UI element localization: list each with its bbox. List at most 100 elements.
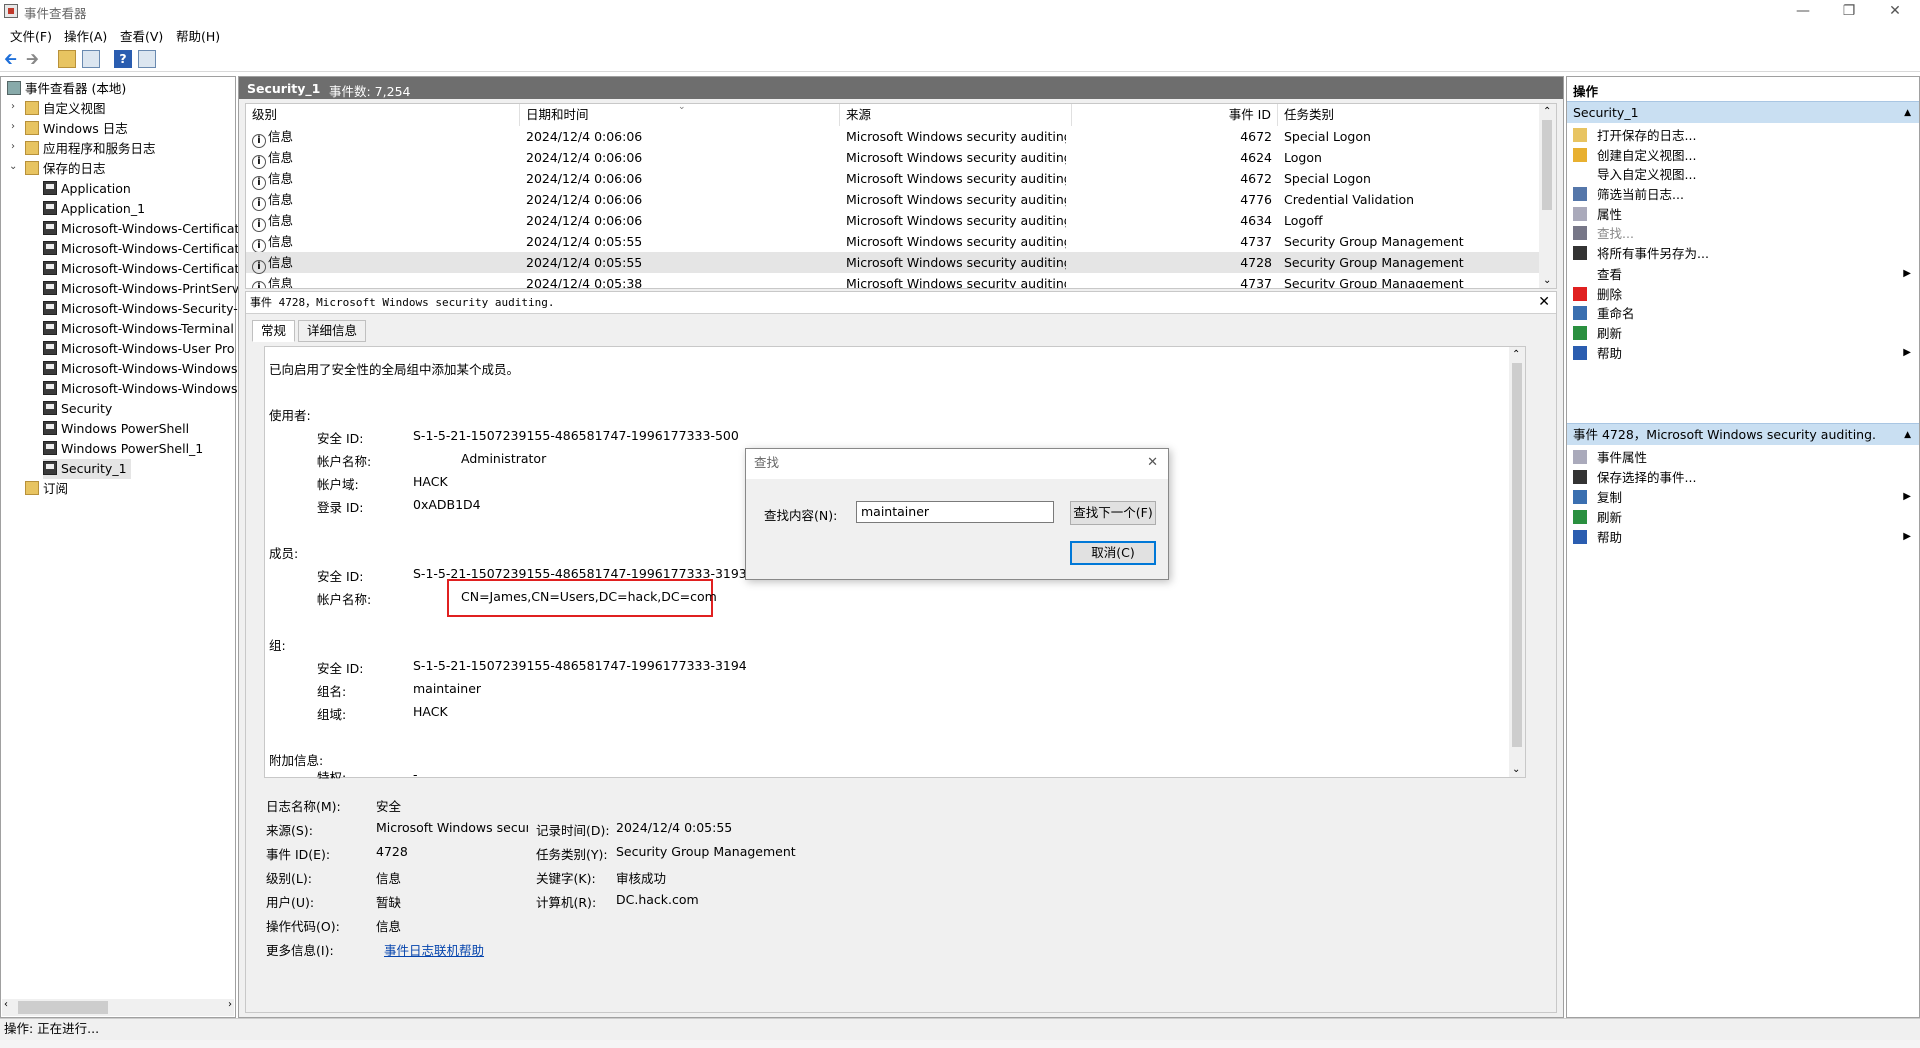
col-event-id[interactable]: 事件 ID <box>1072 104 1278 126</box>
actions-section-event[interactable]: 事件 4728，Microsoft Windows security audit… <box>1567 423 1919 445</box>
event-list-scrollbar[interactable]: ⌃ ⌄ <box>1539 104 1556 288</box>
event-row[interactable]: i 信息 2024/12/4 0:05:55 Microsoft Windows se… <box>246 252 1540 274</box>
event-row[interactable]: i 信息 2024/12/4 0:06:06 Microsoft Windows se… <box>246 210 1540 232</box>
tree-saved-log-item[interactable]: Microsoft-Windows-Security- <box>43 299 238 319</box>
action-item[interactable]: 帮助 <box>1573 527 1622 549</box>
close-dialog-icon[interactable]: ✕ <box>1147 455 1158 470</box>
prop-computer: DC.hack.com <box>616 892 699 907</box>
help-icon[interactable]: ? <box>114 50 132 68</box>
cancel-button[interactable]: 取消(C) <box>1070 541 1156 565</box>
sort-down-icon: ⌄ <box>678 103 686 112</box>
event-row[interactable]: i 信息 2024/12/4 0:06:06 Microsoft Windows se… <box>246 147 1540 169</box>
tree-saved-log-item[interactable]: Microsoft-Windows-Certificat <box>43 259 239 279</box>
scroll-left-icon[interactable]: ‹ <box>4 999 8 1010</box>
tree-root[interactable]: 事件查看器 (本地) <box>7 79 126 99</box>
event-row[interactable]: i 信息 2024/12/4 0:06:06 Microsoft Windows se… <box>246 168 1540 190</box>
action-item[interactable]: 导入自定义视图... <box>1573 164 1696 186</box>
console-tree-icon[interactable] <box>82 50 100 68</box>
prop-event-id: 4728 <box>376 844 408 859</box>
scroll-up-icon[interactable]: ⌃ <box>1512 349 1520 360</box>
action-item[interactable]: 打开保存的日志... <box>1573 125 1696 147</box>
close-icon[interactable]: ✕ <box>1872 0 1918 22</box>
minimize-icon[interactable]: — <box>1780 0 1826 22</box>
expand-arrow-icon[interactable]: › <box>11 141 15 152</box>
action-item[interactable]: 保存选择的事件... <box>1573 467 1696 489</box>
tree-app-service-logs[interactable]: 应用程序和服务日志 <box>25 139 156 159</box>
col-task[interactable]: 任务类别 <box>1278 104 1540 126</box>
forward-arrow-icon[interactable]: 🡲 <box>26 50 44 68</box>
action-item[interactable]: 重命名 <box>1573 303 1635 325</box>
tree-saved-log-item[interactable]: Microsoft-Windows-Windows <box>43 379 238 399</box>
scroll-up-icon[interactable]: ⌃ <box>1543 106 1551 117</box>
action-item[interactable]: 查看 <box>1573 264 1622 286</box>
menu-view[interactable]: 查看(V) <box>120 26 163 45</box>
submenu-arrow-icon: ▶ <box>1903 491 1911 502</box>
action-item[interactable]: 刷新 <box>1573 507 1622 529</box>
restore-icon[interactable]: ❐ <box>1826 0 1872 22</box>
event-row[interactable]: i 信息 2024/12/4 0:05:55 Microsoft Windows se… <box>246 231 1540 253</box>
tree-saved-log-item[interactable]: Application_1 <box>43 199 145 219</box>
scroll-thumb[interactable] <box>1512 363 1522 747</box>
event-row[interactable]: i 信息 2024/12/4 0:06:06 Microsoft Windows se… <box>246 126 1540 148</box>
expand-arrow-icon[interactable]: › <box>11 101 15 112</box>
message-scrollbar[interactable]: ⌃ ⌄ <box>1509 347 1525 777</box>
back-arrow-icon[interactable]: 🡰 <box>4 50 22 68</box>
col-level[interactable]: 级别 <box>246 104 520 126</box>
action-item[interactable]: 将所有事件另存为... <box>1573 243 1709 265</box>
tree-saved-logs[interactable]: 保存的日志 <box>25 159 106 179</box>
tree-windows-logs[interactable]: Windows 日志 <box>25 119 128 139</box>
tree-saved-log-item[interactable]: Windows PowerShell <box>43 419 189 439</box>
event-row[interactable]: i 信息 2024/12/4 0:05:38 Microsoft Windows se… <box>246 273 1540 288</box>
action-item[interactable]: 查找... <box>1573 223 1634 245</box>
tree-saved-log-item[interactable]: Microsoft-Windows-Windows <box>43 359 238 379</box>
tree-horizontal-scrollbar[interactable]: ‹ › <box>2 999 234 1016</box>
tab-general[interactable]: 常规 <box>252 320 296 342</box>
collapse-icon[interactable]: ▲ <box>1904 424 1911 446</box>
prop-label: 记录时间(D): <box>536 823 610 838</box>
action-item[interactable]: 刷新 <box>1573 323 1622 345</box>
tree-saved-log-item[interactable]: Application <box>43 179 131 199</box>
close-detail-icon[interactable]: ✕ <box>1538 294 1550 310</box>
col-source[interactable]: 来源 <box>840 104 1072 126</box>
event-count: 事件数: 7,254 <box>329 84 411 99</box>
scroll-down-icon[interactable]: ⌄ <box>1512 764 1520 775</box>
folder-up-icon[interactable] <box>58 50 76 68</box>
collapse-icon[interactable]: ▲ <box>1904 102 1911 124</box>
tree-saved-log-item[interactable]: Microsoft-Windows-PrintServ <box>43 279 239 299</box>
action-label: 将所有事件另存为... <box>1597 246 1709 261</box>
tree-saved-log-item[interactable]: Windows PowerShell_1 <box>43 439 203 459</box>
expand-arrow-icon[interactable]: › <box>11 121 15 132</box>
scroll-thumb[interactable] <box>1542 120 1552 210</box>
tree-saved-log-item[interactable]: Microsoft-Windows-Terminal <box>43 319 234 339</box>
scroll-thumb[interactable] <box>18 1001 108 1014</box>
action-item[interactable]: 复制 <box>1573 487 1622 509</box>
tree-saved-log-item[interactable]: Security_1 <box>43 459 131 479</box>
action-label: 导入自定义视图... <box>1597 167 1697 182</box>
tree-subscriptions[interactable]: 订阅 <box>25 479 68 499</box>
action-pane-icon[interactable] <box>138 50 156 68</box>
collapse-arrow-icon[interactable]: ⌄ <box>9 161 17 172</box>
find-input[interactable]: maintainer <box>856 501 1054 523</box>
menu-help[interactable]: 帮助(H) <box>176 26 220 45</box>
cell-source: Microsoft Windows security auditing. <box>846 213 1066 228</box>
actions-section-log[interactable]: Security_1 ▲ <box>1567 101 1919 123</box>
menu-action[interactable]: 操作(A) <box>64 26 107 45</box>
section-label: 事件 4728，Microsoft Windows security audit… <box>1573 427 1876 442</box>
action-item[interactable]: 事件属性 <box>1573 447 1647 469</box>
tab-details[interactable]: 详细信息 <box>298 320 367 342</box>
prop-label: 事件 ID(E): <box>266 847 331 862</box>
tree-item-label: Microsoft-Windows-Security- <box>61 301 238 316</box>
tree-saved-log-item[interactable]: Microsoft-Windows-Certificat <box>43 239 239 259</box>
scroll-right-icon[interactable]: › <box>228 999 232 1010</box>
tree-saved-log-item[interactable]: Security <box>43 399 112 419</box>
action-item[interactable]: 筛选当前日志... <box>1573 184 1684 206</box>
tree-saved-log-item[interactable]: Microsoft-Windows-Certificat <box>43 219 239 239</box>
find-next-button[interactable]: 查找下一个(F) <box>1070 501 1156 525</box>
online-help-link[interactable]: 事件日志联机帮助 <box>384 940 484 959</box>
event-row[interactable]: i 信息 2024/12/4 0:06:06 Microsoft Windows se… <box>246 189 1540 211</box>
tree-custom-views[interactable]: 自定义视图 <box>25 99 106 119</box>
tree-saved-log-item[interactable]: Microsoft-Windows-User Pro <box>43 339 235 359</box>
action-item[interactable]: 帮助 <box>1573 343 1622 365</box>
scroll-down-icon[interactable]: ⌄ <box>1543 275 1551 286</box>
menu-file[interactable]: 文件(F) <box>10 26 52 45</box>
